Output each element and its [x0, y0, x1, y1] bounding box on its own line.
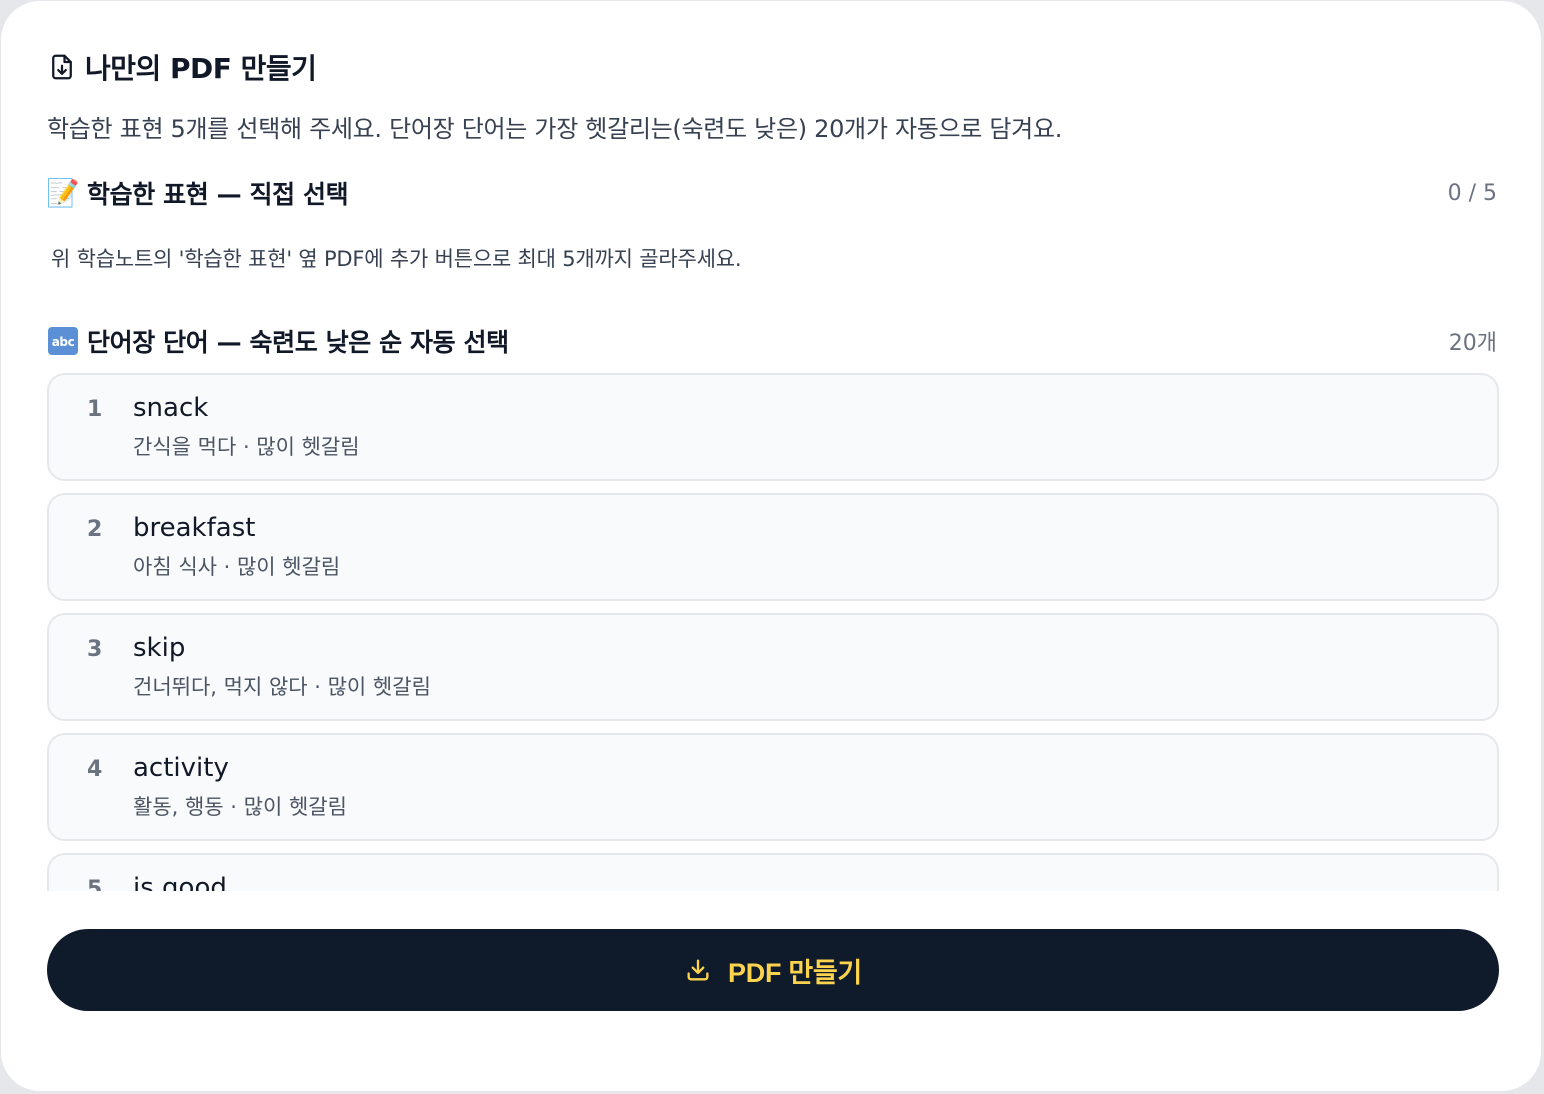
- list-item: 4 activity 활동, 행동 · 많이 헷갈림: [47, 733, 1499, 841]
- expressions-help-text: 위 학습노트의 '학습한 표현' 옆 PDF에 추가 버튼으로 최대 5개까지 …: [51, 247, 742, 271]
- abc-icon: abc: [47, 325, 79, 357]
- list-item: 5 is good: [47, 853, 1499, 891]
- make-pdf-button[interactable]: PDF 만들기: [47, 929, 1499, 1011]
- svg-text:abc: abc: [52, 335, 75, 349]
- item-number: 4: [87, 757, 103, 782]
- item-word: snack: [133, 393, 209, 423]
- item-meaning: 활동, 행동 · 많이 헷갈림: [133, 795, 347, 819]
- file-download-icon: [47, 52, 77, 82]
- item-word: activity: [133, 753, 229, 783]
- item-number: 2: [87, 517, 103, 542]
- item-meaning: 건너뛰다, 먹지 않다 · 많이 헷갈림: [133, 675, 431, 699]
- item-meaning: 아침 식사 · 많이 헷갈림: [133, 555, 341, 579]
- download-icon: [684, 956, 712, 984]
- pdf-builder-panel: 나만의 PDF 만들기 학습한 표현 5개를 선택해 주세요. 단어장 단어는 …: [0, 0, 1542, 1092]
- panel-header: 나만의 PDF 만들기: [47, 45, 317, 89]
- expressions-section-title: 학습한 표현 — 직접 선택: [87, 180, 349, 209]
- item-word: breakfast: [133, 513, 256, 543]
- make-pdf-button-label: PDF 만들기: [728, 957, 862, 988]
- list-item: 3 skip 건너뛰다, 먹지 않다 · 많이 헷갈림: [47, 613, 1499, 721]
- page-title: 나만의 PDF 만들기: [85, 52, 317, 85]
- item-meaning: 간식을 먹다 · 많이 헷갈림: [133, 435, 360, 459]
- expressions-selected-count: 0 / 5: [1447, 180, 1497, 206]
- memo-icon: 📝: [46, 178, 80, 209]
- page-subtitle: 학습한 표현 5개를 선택해 주세요. 단어장 단어는 가장 헷갈리는(숙련도 …: [47, 115, 1063, 143]
- item-number: 5: [87, 877, 103, 891]
- list-item: 2 breakfast 아침 식사 · 많이 헷갈림: [47, 493, 1499, 601]
- expressions-section-header: 📝 학습한 표현 — 직접 선택 0 / 5: [46, 175, 1497, 211]
- item-number: 3: [87, 637, 103, 662]
- item-word: skip: [133, 633, 186, 663]
- vocab-list[interactable]: 1 snack 간식을 먹다 · 많이 헷갈림 2 breakfast 아침 식…: [47, 373, 1499, 891]
- vocab-section-title: 단어장 단어 — 숙련도 낮은 순 자동 선택: [87, 328, 509, 357]
- vocab-section-header: abc 단어장 단어 — 숙련도 낮은 순 자동 선택 20개: [47, 323, 1497, 359]
- list-item: 1 snack 간식을 먹다 · 많이 헷갈림: [47, 373, 1499, 481]
- vocab-count: 20개: [1448, 331, 1497, 356]
- item-word: is good: [133, 873, 227, 891]
- item-number: 1: [87, 397, 103, 422]
